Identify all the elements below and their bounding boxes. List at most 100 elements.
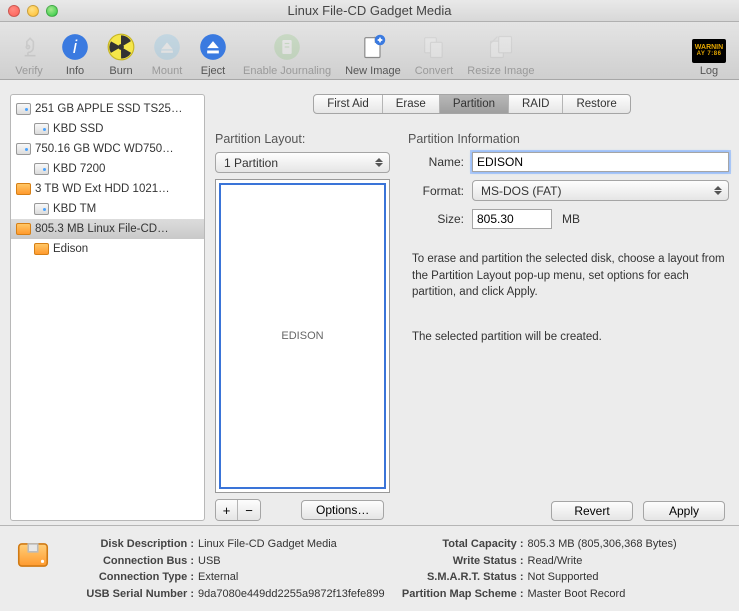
sidebar-item-label: 805.3 MB Linux File-CD…	[35, 223, 169, 235]
sidebar-item-label: KBD 7200	[53, 163, 105, 175]
internal-drive-icon	[33, 201, 49, 217]
burn-button[interactable]: Burn	[98, 25, 144, 77]
tab-partition[interactable]: Partition	[440, 95, 509, 113]
apply-button[interactable]: Apply	[643, 501, 725, 521]
footer-value: 805.3 MB (805,306,368 Bytes)	[528, 536, 677, 553]
sidebar-item[interactable]: 805.3 MB Linux File-CD…	[11, 219, 204, 239]
footer-key: USB Serial Number :	[66, 586, 194, 603]
eject-button[interactable]: Eject	[190, 25, 236, 77]
footer-value: 9da7080e449dd2255a9872f13fefe899	[198, 586, 385, 603]
mount-icon	[151, 31, 183, 63]
external-drive-icon	[15, 181, 31, 197]
new-image-icon	[357, 31, 389, 63]
tab-first-aid[interactable]: First Aid	[314, 95, 383, 113]
footer-key: Disk Description :	[66, 536, 194, 553]
disk-icon	[14, 536, 52, 574]
mount-button[interactable]: Mount	[144, 25, 190, 77]
footer-key: Connection Bus :	[66, 553, 194, 570]
revert-button[interactable]: Revert	[551, 501, 633, 521]
log-button[interactable]: WARNIN AY 7:86 Log	[685, 25, 733, 77]
sidebar-item[interactable]: KBD SSD	[11, 119, 204, 139]
footer-row: Connection Type :External	[66, 569, 396, 586]
footer-value: Master Boot Record	[528, 586, 626, 603]
footer-row: S.M.A.R.T. Status :Not Supported	[396, 569, 726, 586]
footer-value: Read/Write	[528, 553, 583, 570]
info-icon: i	[59, 31, 91, 63]
tab-raid[interactable]: RAID	[509, 95, 563, 113]
convert-icon	[418, 31, 450, 63]
format-label: Format:	[408, 184, 464, 198]
sidebar-item-label: Edison	[53, 243, 88, 255]
info-button[interactable]: i Info	[52, 25, 98, 77]
footer-value: Not Supported	[528, 569, 599, 586]
external-drive-icon	[33, 241, 49, 257]
journal-icon	[271, 31, 303, 63]
external-drive-icon	[15, 221, 31, 237]
minimize-window-button[interactable]	[27, 5, 39, 17]
window-title: Linux File-CD Gadget Media	[0, 3, 739, 18]
partition-segment[interactable]: EDISON	[219, 183, 386, 489]
internal-drive-icon	[15, 101, 31, 117]
microscope-icon	[13, 31, 45, 63]
internal-drive-icon	[15, 141, 31, 157]
size-label: Size:	[408, 212, 464, 226]
remove-partition-button[interactable]: −	[238, 500, 260, 520]
verify-button[interactable]: Verify	[6, 25, 52, 77]
disk-info-footer: Disk Description :Linux File-CD Gadget M…	[0, 525, 739, 610]
options-button[interactable]: Options…	[301, 500, 384, 520]
radiation-icon	[105, 31, 137, 63]
footer-value: External	[198, 569, 238, 586]
partition-name-input[interactable]	[472, 152, 729, 172]
window-controls	[8, 5, 58, 17]
convert-button[interactable]: Convert	[408, 25, 461, 77]
footer-row: Write Status :Read/Write	[396, 553, 726, 570]
format-select[interactable]: MS-DOS (FAT)	[472, 180, 729, 201]
partition-diagram[interactable]: EDISON	[215, 179, 390, 493]
footer-value: USB	[198, 553, 221, 570]
footer-key: S.M.A.R.T. Status :	[396, 569, 524, 586]
sidebar-item-label: 251 GB APPLE SSD TS25…	[35, 103, 182, 115]
enable-journaling-button[interactable]: Enable Journaling	[236, 25, 338, 77]
footer-key: Partition Map Scheme :	[396, 586, 524, 603]
sidebar-item-label: 3 TB WD Ext HDD 1021…	[35, 183, 170, 195]
eject-icon	[197, 31, 229, 63]
name-label: Name:	[408, 155, 464, 169]
sidebar-item-label: KBD TM	[53, 203, 96, 215]
partition-layout-heading: Partition Layout:	[215, 132, 390, 146]
footer-row: Partition Map Scheme :Master Boot Record	[396, 586, 726, 603]
tab-bar: First AidErasePartitionRAIDRestore	[313, 94, 631, 114]
sidebar-item[interactable]: 3 TB WD Ext HDD 1021…	[11, 179, 204, 199]
partition-layout-select[interactable]: 1 Partition	[215, 152, 390, 173]
footer-key: Connection Type :	[66, 569, 194, 586]
internal-drive-icon	[33, 161, 49, 177]
toolbar: Verify i Info Burn Mount Eject Enable Jo…	[0, 22, 739, 80]
log-icon: WARNIN AY 7:86	[692, 39, 726, 63]
footer-key: Total Capacity :	[396, 536, 524, 553]
status-text: The selected partition will be created.	[412, 331, 729, 343]
tab-restore[interactable]: Restore	[563, 95, 629, 113]
instruction-text: To erase and partition the selected disk…	[412, 251, 729, 301]
footer-row: Total Capacity :805.3 MB (805,306,368 By…	[396, 536, 726, 553]
size-input[interactable]	[472, 209, 552, 229]
new-image-button[interactable]: New Image	[338, 25, 408, 77]
close-window-button[interactable]	[8, 5, 20, 17]
sidebar-item-label: KBD SSD	[53, 123, 104, 135]
resize-image-button[interactable]: Resize Image	[460, 25, 541, 77]
zoom-window-button[interactable]	[46, 5, 58, 17]
sidebar-item[interactable]: KBD 7200	[11, 159, 204, 179]
footer-row: Connection Bus :USB	[66, 553, 396, 570]
sidebar-item[interactable]: KBD TM	[11, 199, 204, 219]
sidebar-item-label: 750.16 GB WDC WD750…	[35, 143, 174, 155]
sidebar-item[interactable]: 750.16 GB WDC WD750…	[11, 139, 204, 159]
footer-row: Disk Description :Linux File-CD Gadget M…	[66, 536, 396, 553]
sidebar-item[interactable]: 251 GB APPLE SSD TS25…	[11, 99, 204, 119]
sidebar-item[interactable]: Edison	[11, 239, 204, 259]
add-partition-button[interactable]: +	[216, 500, 238, 520]
internal-drive-icon	[33, 121, 49, 137]
footer-value: Linux File-CD Gadget Media	[198, 536, 337, 553]
tab-erase[interactable]: Erase	[383, 95, 440, 113]
disk-sidebar[interactable]: 251 GB APPLE SSD TS25… KBD SSD 750.16 GB W…	[10, 94, 205, 521]
footer-row: USB Serial Number :9da7080e449dd2255a987…	[66, 586, 396, 603]
titlebar: Linux File-CD Gadget Media	[0, 0, 739, 22]
resize-icon	[485, 31, 517, 63]
